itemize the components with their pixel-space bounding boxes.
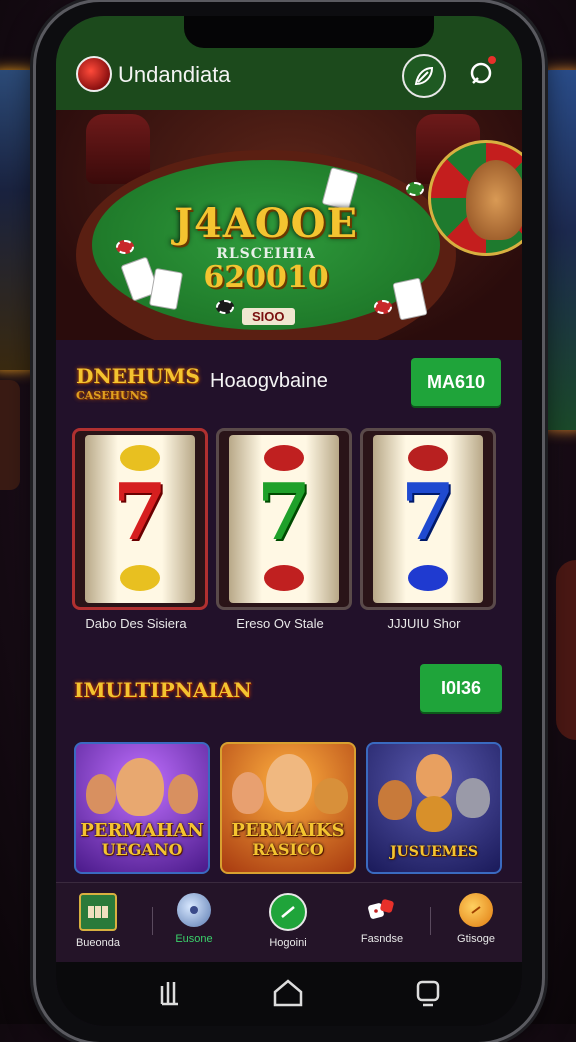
background-chair-right bbox=[556, 560, 576, 740]
section-logo-line2: CASEHUNS bbox=[76, 389, 148, 402]
slot-machine-icon bbox=[79, 893, 117, 931]
phone-frame: Undandiata J4AOOE RLSCEIHIA 620010 SIOO … bbox=[36, 2, 542, 1042]
reel-face: 7 bbox=[85, 435, 195, 603]
seven-symbol: 7 bbox=[400, 467, 456, 558]
character-image bbox=[266, 754, 312, 812]
nav-divider bbox=[430, 907, 431, 935]
chair-image bbox=[86, 114, 150, 184]
section-name: Hoaogvbaine bbox=[210, 370, 328, 392]
background-slot-machine-right bbox=[540, 70, 576, 430]
poker-chip bbox=[374, 300, 392, 314]
notification-icon[interactable] bbox=[464, 56, 498, 90]
dice-icon bbox=[365, 893, 399, 927]
fruit-symbol bbox=[408, 565, 448, 591]
nav-label: Hogoini bbox=[269, 937, 307, 949]
game-title: PERMAHAN bbox=[80, 820, 204, 841]
nav-label: Fasndse bbox=[360, 933, 404, 945]
section-logo-line1: DNEHUMS bbox=[76, 364, 200, 388]
poker-chip bbox=[406, 182, 424, 196]
game-title: JUSUEMES bbox=[389, 844, 479, 860]
leaf-icon[interactable] bbox=[402, 54, 446, 98]
character-image bbox=[232, 772, 264, 814]
reel-label: JJJUIU Shor bbox=[387, 616, 461, 631]
back-icon[interactable] bbox=[408, 976, 448, 1010]
nav-divider bbox=[152, 907, 153, 935]
seven-symbol: 7 bbox=[256, 467, 312, 558]
section2-action-button[interactable]: I0I36 bbox=[420, 664, 502, 712]
slot-reel[interactable]: 7 bbox=[216, 428, 352, 610]
reel-face: 7 bbox=[229, 435, 339, 603]
game-subtitle: UEGANO bbox=[101, 840, 183, 859]
hero-title: J4AOOE bbox=[174, 200, 358, 247]
bottom-navigation: Bueonda Eusone Hogoini Fasndse Gtisoge bbox=[56, 882, 522, 963]
hero-badge: SIOO bbox=[242, 308, 295, 325]
character-image bbox=[378, 780, 412, 820]
background-chair-left bbox=[0, 380, 20, 490]
phone-screen: Undandiata J4AOOE RLSCEIHIA 620010 SIOO … bbox=[56, 16, 522, 1026]
character-image bbox=[416, 754, 452, 798]
background-slot-machine-left bbox=[0, 70, 40, 370]
character-image bbox=[116, 758, 164, 816]
character-image bbox=[314, 778, 348, 814]
globe-icon bbox=[177, 893, 211, 927]
hero-banner[interactable]: J4AOOE RLSCEIHIA 620010 SIOO bbox=[56, 110, 522, 340]
notification-badge bbox=[488, 56, 496, 64]
app-title: Undandiata bbox=[118, 62, 231, 87]
system-navigation-bar bbox=[56, 962, 522, 1026]
game-card[interactable]: PERMAIKS RASICO bbox=[220, 742, 356, 874]
nav-item-gtisoge[interactable]: Gtisoge bbox=[436, 893, 516, 945]
nav-item-fasndse[interactable]: Fasndse bbox=[342, 893, 422, 945]
slot-reel[interactable]: 7 bbox=[360, 428, 496, 610]
game-card[interactable]: PERMAHAN UEGANO bbox=[74, 742, 210, 874]
character-image bbox=[168, 774, 198, 814]
section2-logo: IMULTIPNAIAN bbox=[74, 678, 252, 702]
nav-label: Eusone bbox=[175, 933, 213, 945]
phone-notch bbox=[184, 16, 434, 48]
slot-reel[interactable]: 7 bbox=[72, 428, 208, 610]
nav-label: Bueonda bbox=[75, 937, 121, 949]
reel-label: Ereso Ov Stale bbox=[236, 616, 324, 631]
coin-icon bbox=[459, 893, 493, 927]
casino-chip-icon[interactable] bbox=[76, 56, 112, 92]
fruit-symbol bbox=[120, 565, 160, 591]
game-card[interactable]: JUSUEMES bbox=[366, 742, 502, 874]
section-logo: DNEHUMS CASEHUNS bbox=[76, 366, 200, 406]
game-title: PERMAIKS bbox=[231, 820, 345, 841]
section-action-button[interactable]: MA610 bbox=[411, 358, 501, 406]
recent-apps-icon[interactable] bbox=[150, 976, 190, 1010]
poker-chip bbox=[216, 300, 234, 314]
nav-item-hogoini[interactable]: Hogoini bbox=[248, 893, 328, 949]
character-image bbox=[86, 774, 116, 814]
hero-amount: 620010 bbox=[203, 260, 329, 295]
reel-face: 7 bbox=[373, 435, 483, 603]
seven-symbol: 7 bbox=[112, 467, 168, 558]
fruit-symbol bbox=[264, 565, 304, 591]
nav-item-eusone[interactable]: Eusone bbox=[154, 893, 234, 945]
circle-check-icon bbox=[269, 893, 307, 931]
nav-label: Gtisoge bbox=[457, 933, 495, 945]
character-image bbox=[416, 796, 452, 832]
home-icon[interactable] bbox=[268, 976, 308, 1010]
nav-item-bueonda[interactable]: Bueonda bbox=[58, 893, 138, 949]
character-image bbox=[456, 778, 490, 818]
reel-label: Dabo Des Sisiera bbox=[85, 616, 187, 631]
game-subtitle: RASICO bbox=[252, 840, 324, 859]
